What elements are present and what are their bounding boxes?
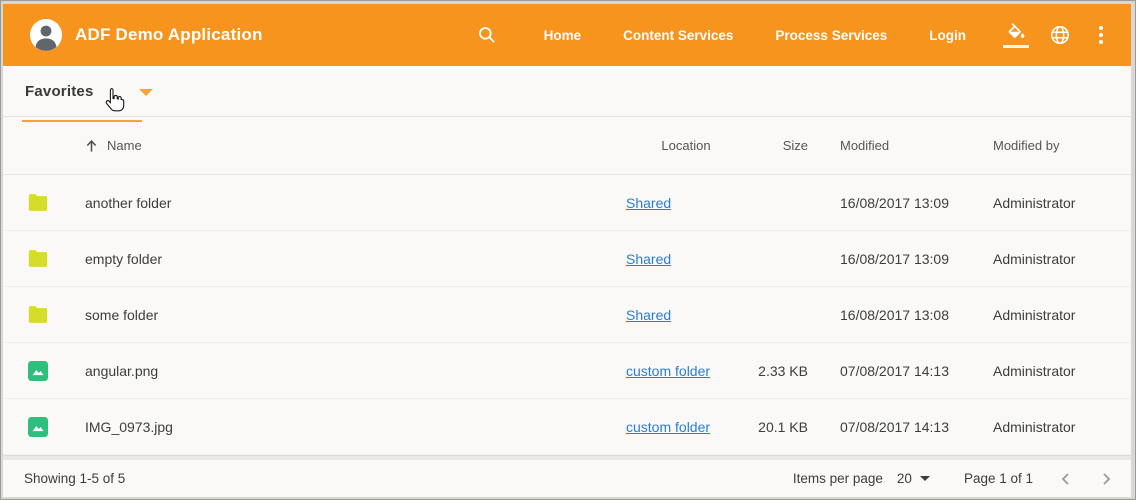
- showing-range-label: Showing 1-5 of 5: [24, 471, 125, 486]
- row-modified: 07/08/2017 14:13: [840, 363, 993, 379]
- column-header-modified[interactable]: Modified: [840, 138, 993, 153]
- row-location-cell: Shared: [626, 307, 746, 323]
- person-icon: [30, 19, 62, 51]
- row-size: 2.33 KB: [746, 363, 808, 379]
- row-name: some folder: [85, 307, 626, 323]
- row-location-cell: custom folder: [626, 363, 746, 379]
- row-modified: 16/08/2017 13:09: [840, 251, 993, 267]
- image-icon: [28, 417, 48, 437]
- folder-icon: [28, 250, 48, 267]
- row-name: empty folder: [85, 251, 626, 267]
- folder-icon: [28, 306, 48, 323]
- column-header-name-label: Name: [107, 138, 142, 153]
- row-type-icon-cell: [28, 417, 85, 437]
- arrow-upward-icon: [85, 139, 98, 153]
- chevron-down-icon: [139, 89, 153, 96]
- table-row[interactable]: another folder Shared 16/08/2017 13:09 A…: [3, 175, 1131, 231]
- row-name: IMG_0973.jpg: [85, 419, 626, 435]
- location-link[interactable]: Shared: [626, 195, 671, 211]
- items-per-page-value: 20: [897, 471, 912, 486]
- row-modified-by: Administrator: [993, 251, 1111, 267]
- column-header-modified-by[interactable]: Modified by: [993, 138, 1111, 153]
- header-actions: Home Content Services Process Services L…: [477, 22, 1109, 48]
- location-link[interactable]: custom folder: [626, 363, 710, 379]
- color-underline: [1003, 45, 1029, 48]
- row-name: angular.png: [85, 363, 626, 379]
- column-header-location[interactable]: Location: [626, 138, 746, 153]
- row-type-icon-cell: [28, 250, 85, 267]
- page-of-label: Page 1 of 1: [964, 471, 1033, 486]
- table-row[interactable]: empty folder Shared 16/08/2017 13:09 Adm…: [3, 231, 1131, 287]
- main-nav: Home Content Services Process Services L…: [523, 28, 987, 43]
- row-modified: 16/08/2017 13:09: [840, 195, 993, 211]
- row-type-icon-cell: [28, 194, 85, 211]
- row-modified-by: Administrator: [993, 307, 1111, 323]
- row-location-cell: custom folder: [626, 419, 746, 435]
- location-link[interactable]: custom folder: [626, 419, 710, 435]
- nav-process-services[interactable]: Process Services: [775, 28, 887, 43]
- theme-color-fill-icon[interactable]: [1003, 23, 1029, 48]
- table-row[interactable]: IMG_0973.jpg custom folder 20.1 KB 07/08…: [3, 399, 1131, 455]
- view-label: Favorites: [22, 80, 97, 108]
- nav-content-services[interactable]: Content Services: [623, 28, 733, 43]
- caret-down-icon: [920, 476, 930, 481]
- language-globe-icon[interactable]: [1049, 24, 1071, 46]
- favorites-table: Name Location Size Modified Modified by: [3, 117, 1131, 455]
- row-size: 20.1 KB: [746, 419, 808, 435]
- pagination-controls: Items per page 20 Page 1 of 1: [793, 471, 1113, 486]
- app-title: ADF Demo Application: [75, 25, 263, 45]
- table-body: another folder Shared 16/08/2017 13:09 A…: [3, 175, 1131, 455]
- app-page: ADF Demo Application Home Content Servic…: [3, 4, 1131, 497]
- folder-icon: [28, 194, 48, 211]
- row-modified-by: Administrator: [993, 195, 1111, 211]
- row-modified: 16/08/2017 13:08: [840, 307, 993, 323]
- active-tab-underline: [22, 120, 142, 122]
- column-header-size[interactable]: Size: [746, 138, 808, 153]
- nav-home[interactable]: Home: [544, 28, 582, 43]
- row-location-cell: Shared: [626, 251, 746, 267]
- column-header-name[interactable]: Name: [85, 138, 626, 153]
- row-location-cell: Shared: [626, 195, 746, 211]
- items-per-page-label: Items per page: [793, 471, 883, 486]
- row-type-icon-cell: [28, 361, 85, 381]
- view-dropdown-favorites[interactable]: Favorites: [22, 80, 153, 108]
- row-name: another folder: [85, 195, 626, 211]
- row-modified: 07/08/2017 14:13: [840, 419, 993, 435]
- avatar: [30, 19, 62, 51]
- table-row[interactable]: angular.png custom folder 2.33 KB 07/08/…: [3, 343, 1131, 399]
- app-header: ADF Demo Application Home Content Servic…: [3, 4, 1131, 66]
- next-page-icon[interactable]: [1099, 472, 1113, 486]
- previous-page-icon[interactable]: [1059, 472, 1073, 486]
- table-row[interactable]: some folder Shared 16/08/2017 13:08 Admi…: [3, 287, 1131, 343]
- pagination-footer: Showing 1-5 of 5 Items per page 20 Page …: [3, 460, 1131, 497]
- row-modified-by: Administrator: [993, 363, 1111, 379]
- location-link[interactable]: Shared: [626, 307, 671, 323]
- table-header-row: Name Location Size Modified Modified by: [3, 117, 1131, 175]
- search-icon[interactable]: [477, 25, 497, 45]
- location-link[interactable]: Shared: [626, 251, 671, 267]
- view-selector-bar: Favorites: [3, 66, 1131, 117]
- nav-login[interactable]: Login: [929, 28, 966, 43]
- row-type-icon-cell: [28, 306, 85, 323]
- row-modified-by: Administrator: [993, 419, 1111, 435]
- image-icon: [28, 361, 48, 381]
- more-vert-icon[interactable]: [1093, 22, 1109, 48]
- items-per-page-select[interactable]: 20: [897, 471, 930, 486]
